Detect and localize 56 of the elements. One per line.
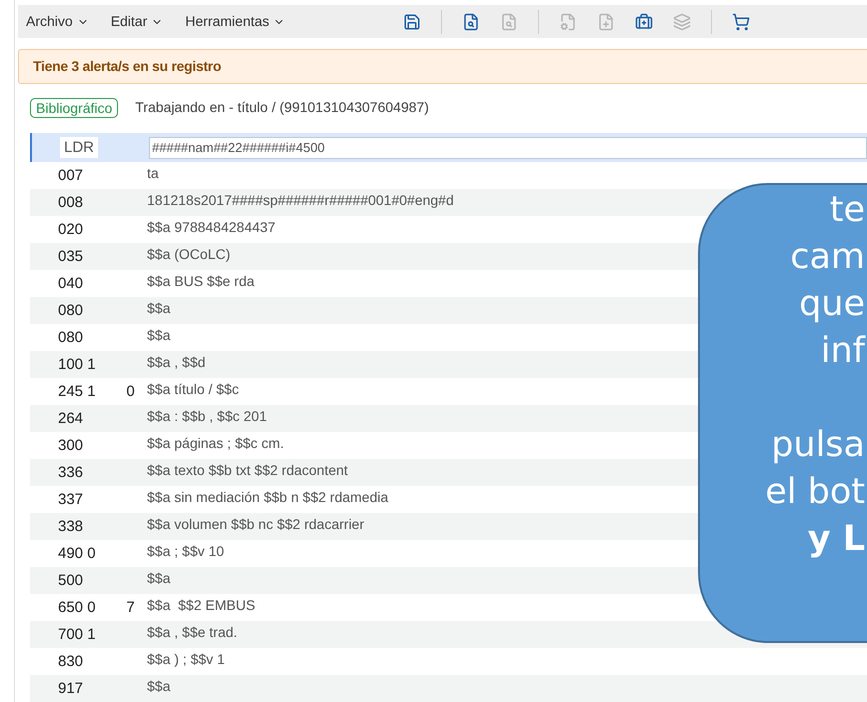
field-input[interactable]: #####nam##22######i#4500 <box>149 136 867 158</box>
tag-cell: 500 <box>58 572 84 588</box>
menu-button[interactable]: Archivo <box>26 11 89 32</box>
field-value: $$a título / $$c <box>147 380 239 399</box>
tag-cell: 490 0 <box>58 544 96 562</box>
tag-cell: 300 <box>58 436 84 454</box>
save-icon[interactable] <box>403 12 422 30</box>
field-value: $$a BUS $$e rda <box>147 272 254 291</box>
tag-cell: 080 <box>58 328 84 346</box>
alert-text: Tiene 3 alerta/s en su registro <box>33 57 222 76</box>
field-value: $$a <box>147 569 170 588</box>
tag-cell: 338 <box>58 518 84 534</box>
cart-icon[interactable] <box>732 12 750 30</box>
field-value: $$a , $$e trad. <box>147 623 238 642</box>
field-value: $$a ) ; $$v 1 <box>147 650 225 669</box>
tag-cell: 040 <box>58 274 84 292</box>
field-value: ta <box>147 164 159 183</box>
marc-row[interactable]: LDR #####nam##22######i#4500 <box>30 133 867 162</box>
field-value: $$a (OCoLC) <box>147 245 230 264</box>
field-value: $$a $$2 EMBUS <box>147 596 256 615</box>
field-value: $$a <box>147 299 170 318</box>
field-value: $$a sin mediación $$b n $$2 rdamedia <box>147 488 388 507</box>
tag-cell: 008 <box>58 194 84 210</box>
record-type-badge: Bibliográfico <box>30 98 118 118</box>
indicator-cell: 7 <box>126 598 135 616</box>
menu-button[interactable]: Editar <box>110 11 164 32</box>
field-value: $$a páginas ; $$c cm. <box>147 434 284 453</box>
tag-cell: 007 <box>58 166 84 184</box>
tag-cell: 700 1 <box>58 626 96 642</box>
tag-cell: 020 <box>58 220 84 238</box>
field-value: $$a 9788484284437 <box>147 218 276 237</box>
tag-cell: 337 <box>58 490 84 508</box>
indicator-cell: 0 <box>126 382 135 400</box>
tag-cell: 100 1 <box>58 356 96 372</box>
field-value: $$a : $$b , $$c 201 <box>147 407 267 426</box>
tag-cell: 650 0 <box>58 598 96 616</box>
briefcase-plus-icon[interactable] <box>635 12 654 30</box>
field-value: 181218s2017####sp######r#####001#0#eng#d <box>147 191 454 210</box>
field-value: $$a , $$d <box>147 353 206 372</box>
tag-cell: 917 <box>58 680 84 696</box>
document-search-icon[interactable] <box>462 12 480 30</box>
field-value: $$a ; $$v 10 <box>147 542 224 561</box>
tag-cell: 264 <box>58 410 84 426</box>
field-value: $$a volumen $$b nc $$2 rdacarrier <box>147 515 364 534</box>
tag-cell: 035 <box>58 248 84 264</box>
tag-cell: 245 1 <box>58 382 96 400</box>
tag-cell: 830 <box>58 652 84 670</box>
tag-cell: LDR <box>60 136 98 158</box>
tag-cell: 080 <box>58 302 84 318</box>
field-value: $$a <box>147 326 170 345</box>
marc-row[interactable]: 917 $$a <box>30 675 867 702</box>
field-value: $$a <box>147 677 170 696</box>
working-title: Trabajando en - título / (991013104307604987) <box>135 98 429 117</box>
field-value: $$a texto $$b txt $$2 rdacontent <box>147 461 348 480</box>
menu-button[interactable]: Herramientas <box>185 11 286 32</box>
tag-cell: 336 <box>58 464 84 480</box>
